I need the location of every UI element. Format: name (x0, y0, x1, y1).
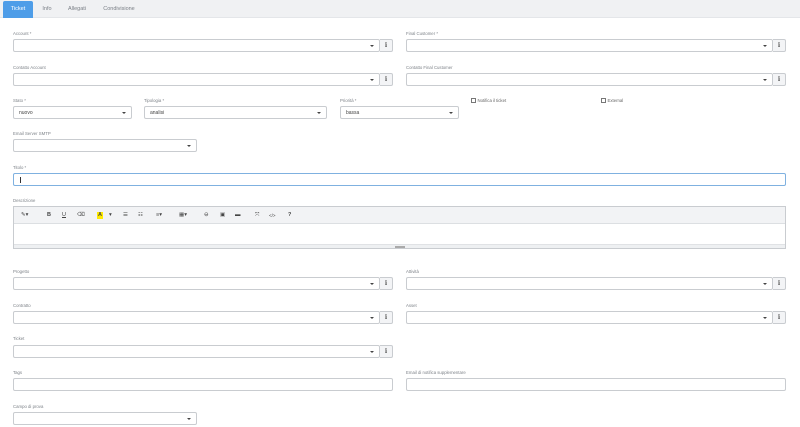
notifica-label: Notifica il ticket (477, 98, 507, 103)
progetto-select[interactable] (13, 277, 380, 290)
magic-wand-icon[interactable]: ✎▾ (21, 212, 28, 219)
align-icon[interactable]: ≡▾ (156, 212, 162, 219)
titolo-label: Titolo * (13, 165, 27, 170)
account-info-button[interactable]: i (380, 39, 393, 52)
tab-ticket[interactable]: Ticket (3, 1, 33, 18)
chevron-down-icon (370, 282, 374, 285)
email-notifica-input[interactable] (406, 378, 786, 391)
account-label: Account * (13, 31, 32, 36)
asset-label: Asset (406, 303, 417, 308)
chevron-down-icon (187, 417, 191, 420)
picture-icon[interactable]: ▣ (220, 212, 225, 219)
ticket-label: Ticket (13, 336, 25, 341)
stato-label: Stato * (13, 98, 26, 103)
descrizione-label: Descrizione (13, 198, 36, 203)
stato-select[interactable]: nuovo (13, 106, 132, 119)
contratto-info-button[interactable]: i (380, 311, 393, 324)
tipologia-select[interactable]: analisi (144, 106, 327, 119)
contratto-label: Contratto (13, 303, 31, 308)
contatto-account-info-button[interactable]: i (380, 73, 393, 86)
fullscreen-icon[interactable]: ⤧ (255, 212, 259, 219)
final-customer-info-button[interactable]: i (773, 39, 786, 52)
text-caret (20, 177, 21, 183)
help-icon[interactable]: ? (288, 212, 291, 219)
attivita-label: Attività (406, 269, 419, 274)
chevron-down-icon (763, 44, 767, 47)
tags-input[interactable] (13, 378, 393, 391)
link-icon[interactable]: ⊖ (204, 212, 209, 219)
contratto-select[interactable] (13, 311, 380, 324)
contatto-account-select[interactable] (13, 73, 380, 86)
tipologia-value: analisi (150, 110, 165, 116)
bold-icon[interactable]: B (47, 212, 51, 219)
account-select[interactable] (13, 39, 380, 52)
chevron-down-icon (763, 78, 767, 81)
priorita-value: bassa (346, 110, 360, 116)
tab-info[interactable]: Info (36, 1, 58, 18)
external-label: External (607, 98, 624, 103)
tab-condivisione[interactable]: Condivisione (100, 1, 138, 18)
chevron-down-icon (317, 111, 321, 114)
descrizione-editor[interactable]: ✎▾ B U ⌫ A ▾ ☰ ☷ ≡▾ ▦▾ ⊖ ▣ ▬ ⤧ </> ? (13, 206, 786, 249)
chevron-down-icon (763, 316, 767, 319)
campo-prova-label: Campo di prova (13, 404, 44, 409)
attivita-info-button[interactable]: i (773, 277, 786, 290)
editor-toolbar: ✎▾ B U ⌫ A ▾ ☰ ☷ ≡▾ ▦▾ ⊖ ▣ ▬ ⤧ </> ? (14, 207, 785, 224)
contatto-account-label: Contatto Account (13, 65, 46, 70)
chevron-down-icon (370, 316, 374, 319)
asset-info-button[interactable]: i (773, 311, 786, 324)
notifica-checkbox[interactable]: Notifica il ticket (471, 98, 506, 103)
priorita-select[interactable]: bassa (340, 106, 459, 119)
font-color-icon[interactable]: A (97, 212, 103, 219)
tipologia-label: Tipologia * (144, 98, 165, 103)
tab-bar: Ticket Info Allegati Condivisione (0, 0, 800, 18)
editor-resize-bar[interactable] (14, 244, 785, 248)
contatto-final-customer-info-button[interactable]: i (773, 73, 786, 86)
email-server-label: Email Server SMTP (13, 131, 51, 136)
chevron-down-icon (370, 78, 374, 81)
unordered-list-icon[interactable]: ☰ (123, 212, 128, 219)
progetto-label: Progetto (13, 269, 30, 274)
campo-prova-select[interactable] (13, 412, 197, 425)
font-color-caret-icon[interactable]: ▾ (109, 212, 112, 219)
tab-allegati[interactable]: Allegati (63, 1, 91, 18)
chevron-down-icon (187, 144, 191, 147)
external-checkbox[interactable]: External (601, 98, 623, 103)
ordered-list-icon[interactable]: ☷ (138, 212, 143, 219)
email-notifica-label: Email di notifica supplementare (406, 370, 466, 375)
titolo-input[interactable] (13, 173, 786, 186)
attivita-select[interactable] (406, 277, 773, 290)
stato-value: nuovo (19, 110, 33, 116)
progetto-info-button[interactable]: i (380, 277, 393, 290)
chevron-down-icon (122, 111, 126, 114)
checkbox-icon[interactable] (471, 98, 476, 103)
priorita-label: Priorità * (340, 98, 357, 103)
underline-icon[interactable]: U (62, 212, 66, 219)
tags-label: Tags (13, 370, 23, 375)
video-icon[interactable]: ▬ (235, 212, 241, 219)
checkbox-icon[interactable] (601, 98, 606, 103)
email-server-select[interactable] (13, 139, 197, 152)
contatto-final-customer-label: Contatto Final Customer (406, 65, 453, 70)
table-icon[interactable]: ▦▾ (179, 212, 187, 219)
chevron-down-icon (370, 350, 374, 353)
chevron-down-icon (449, 111, 453, 114)
ticket-select[interactable] (13, 345, 380, 358)
code-view-icon[interactable]: </> (269, 212, 276, 219)
chevron-down-icon (763, 282, 767, 285)
contatto-final-customer-select[interactable] (406, 73, 773, 86)
final-customer-label: Final Customer * (406, 31, 438, 36)
ticket-info-button[interactable]: i (380, 345, 393, 358)
chevron-down-icon (370, 44, 374, 47)
eraser-icon[interactable]: ⌫ (77, 212, 85, 219)
resize-grip-icon[interactable] (395, 245, 405, 248)
asset-select[interactable] (406, 311, 773, 324)
final-customer-select[interactable] (406, 39, 773, 52)
